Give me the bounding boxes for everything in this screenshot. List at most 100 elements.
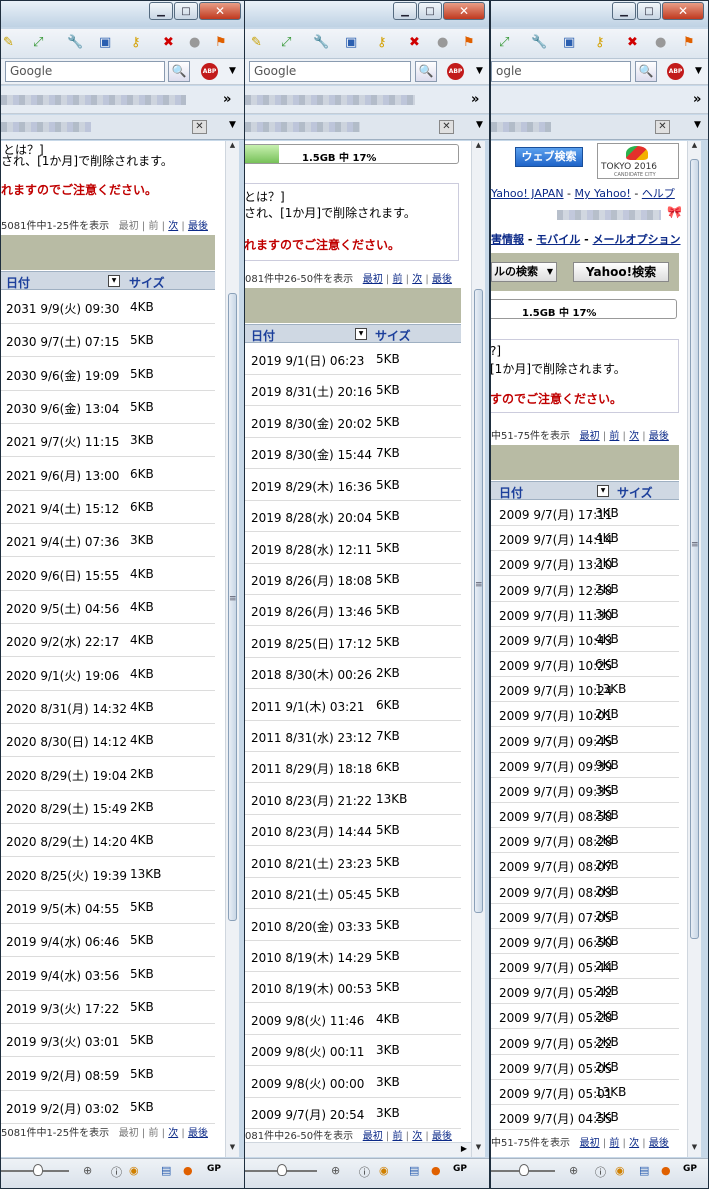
gesture-icon[interactable]: ◉ bbox=[129, 1164, 139, 1177]
pager-first-link[interactable]: 最初 bbox=[363, 274, 383, 285]
table-row[interactable]: 2009 9/7(月) 14:14 4KB bbox=[491, 526, 679, 551]
close-button[interactable]: ✕ bbox=[662, 2, 704, 20]
table-row[interactable]: 2009 9/7(月) 10:24 13KB bbox=[491, 677, 679, 702]
pencil-icon[interactable]: ✎ bbox=[3, 35, 14, 50]
tab-close-button[interactable]: ✕ bbox=[192, 120, 207, 134]
mail-option-link[interactable]: メールオプション bbox=[593, 233, 681, 246]
adblock-icon[interactable]: ABP bbox=[667, 63, 684, 80]
pager-prev-link[interactable]: 前 bbox=[609, 431, 619, 442]
scroll-down-arrow-icon[interactable]: ▼ bbox=[226, 1143, 239, 1157]
zoom-slider-handle[interactable] bbox=[33, 1164, 43, 1176]
table-row[interactable]: 2020 8/29(土) 15:49 2KB bbox=[1, 791, 215, 824]
circle-icon[interactable]: ● bbox=[655, 35, 666, 50]
table-row[interactable]: 2031 9/9(火) 09:30 4KB bbox=[1, 291, 215, 324]
bookmarks-overflow-button[interactable]: » bbox=[223, 92, 231, 107]
table-row[interactable]: 2009 9/7(月) 12:58 2KB bbox=[491, 577, 679, 602]
col-date-header[interactable]: 日付 bbox=[251, 327, 275, 344]
bookmarks-overflow-button[interactable]: » bbox=[693, 92, 701, 107]
wrench-icon[interactable]: 🔧 bbox=[531, 35, 547, 50]
pager-first-link[interactable]: 最初 bbox=[580, 431, 600, 442]
table-row[interactable]: 2020 8/29(土) 14:20 4KB bbox=[1, 824, 215, 857]
page-icon[interactable]: ▣ bbox=[99, 35, 111, 50]
table-row[interactable]: 2009 9/7(月) 09:45 2KB bbox=[491, 728, 679, 753]
pager-last-link[interactable]: 最後 bbox=[649, 1138, 669, 1149]
wrench-icon[interactable]: 🔧 bbox=[67, 35, 83, 50]
table-row[interactable]: 2010 8/23(月) 14:44 5KB bbox=[245, 815, 461, 846]
windows-flag-icon[interactable]: ⚑ bbox=[683, 35, 695, 50]
search-button[interactable]: 🔍 bbox=[635, 61, 657, 82]
scroll-right-arrow-icon[interactable]: ▶ bbox=[461, 1144, 467, 1153]
scroll-up-arrow-icon[interactable]: ▲ bbox=[226, 141, 239, 155]
window-list-icon[interactable]: ▤ bbox=[639, 1164, 649, 1177]
pencil-icon[interactable]: ✎ bbox=[251, 35, 262, 50]
bookmarks-overflow-button[interactable]: » bbox=[471, 92, 479, 107]
bookmark-items-blurred[interactable] bbox=[245, 95, 415, 105]
table-row[interactable]: 2009 9/7(月) 07:05 2KB bbox=[491, 904, 679, 929]
table-row[interactable]: 2019 8/28(水) 20:04 5KB bbox=[245, 501, 461, 532]
firefox-icon[interactable]: ● bbox=[183, 1164, 193, 1177]
adblock-icon[interactable]: ABP bbox=[447, 63, 464, 80]
table-row[interactable]: 2011 8/29(月) 18:18 6KB bbox=[245, 752, 461, 783]
table-row[interactable]: 2009 9/7(月) 13:10 2KB bbox=[491, 551, 679, 576]
tab-title-blurred[interactable] bbox=[245, 122, 360, 132]
table-row[interactable]: 2019 8/31(土) 20:16 5KB bbox=[245, 375, 461, 406]
tab-list-arrow-icon[interactable]: ▼ bbox=[476, 120, 483, 130]
vertical-scrollbar[interactable]: ▲ ≡ ▼ bbox=[471, 141, 485, 1157]
windows-flag-icon[interactable]: ⚑ bbox=[463, 35, 475, 50]
pager-next-link[interactable]: 次 bbox=[412, 274, 422, 285]
pager-prev-link[interactable]: 前 bbox=[609, 1138, 619, 1149]
pager-next-link[interactable]: 次 bbox=[629, 1138, 639, 1149]
table-row[interactable]: 2010 8/21(土) 05:45 5KB bbox=[245, 878, 461, 909]
wrench-icon[interactable]: 🔧 bbox=[313, 35, 329, 50]
table-row[interactable]: 2019 9/4(水) 03:56 5KB bbox=[1, 958, 215, 991]
close-button[interactable]: ✕ bbox=[199, 2, 241, 20]
pager-next-link[interactable]: 次 bbox=[629, 431, 639, 442]
table-row[interactable]: 2009 9/8(火) 00:11 3KB bbox=[245, 1035, 461, 1066]
close-button[interactable]: ✕ bbox=[443, 2, 485, 20]
gp-icon[interactable]: GP bbox=[207, 1164, 221, 1174]
table-row[interactable]: 2019 9/4(水) 06:46 5KB bbox=[1, 924, 215, 957]
table-row[interactable]: 2009 9/7(月) 08:58 2KB bbox=[491, 803, 679, 828]
stop-icon[interactable]: ✖ bbox=[627, 35, 638, 50]
horizontal-scrollbar[interactable]: ▶ bbox=[245, 1142, 471, 1157]
resize-icon[interactable]: ⤢ bbox=[499, 35, 509, 50]
table-row[interactable]: 2021 9/4(土) 07:36 3KB bbox=[1, 524, 215, 557]
my-yahoo-link[interactable]: My Yahoo! bbox=[575, 187, 631, 200]
table-row[interactable]: 2019 9/3(火) 17:22 5KB bbox=[1, 991, 215, 1024]
yahoo-search-button[interactable]: Yahoo!検索 bbox=[573, 262, 669, 282]
dropdown-arrow-icon[interactable]: ▼ bbox=[695, 66, 702, 76]
scroll-up-arrow-icon[interactable]: ▲ bbox=[472, 141, 485, 155]
table-row[interactable]: 2030 9/6(金) 13:04 5KB bbox=[1, 391, 215, 424]
scrollbar-thumb[interactable]: ≡ bbox=[474, 289, 483, 913]
vertical-scrollbar[interactable]: ▲ ≡ ▼ bbox=[687, 141, 701, 1157]
tab-title-blurred[interactable] bbox=[491, 122, 551, 132]
table-row[interactable]: 2019 8/30(金) 20:02 5KB bbox=[245, 407, 461, 438]
table-row[interactable]: 2021 9/6(月) 13:00 6KB bbox=[1, 458, 215, 491]
dropdown-arrow-icon[interactable]: ▼ bbox=[229, 66, 236, 76]
pager-next-link[interactable]: 次 bbox=[412, 1131, 422, 1142]
pager-last-link[interactable]: 最後 bbox=[649, 431, 669, 442]
mail-search-dropdown[interactable]: ルの検索 ▼ bbox=[491, 262, 557, 282]
scroll-down-arrow-icon[interactable]: ▼ bbox=[688, 1143, 701, 1157]
table-row[interactable]: 2009 9/7(月) 10:01 2KB bbox=[491, 702, 679, 727]
table-row[interactable]: 2018 8/30(木) 00:26 2KB bbox=[245, 658, 461, 689]
mobile-link[interactable]: モバイル bbox=[536, 233, 580, 246]
table-row[interactable]: 2009 9/7(月) 11:30 3KB bbox=[491, 602, 679, 627]
search-button[interactable]: 🔍 bbox=[168, 61, 190, 82]
tab-close-button[interactable]: ✕ bbox=[655, 120, 670, 134]
table-row[interactable]: 2010 8/23(月) 21:22 13KB bbox=[245, 784, 461, 815]
search-input[interactable]: Google bbox=[5, 61, 165, 82]
pager-last-link[interactable]: 最後 bbox=[432, 274, 452, 285]
table-row[interactable]: 2009 9/7(月) 09:39 9KB bbox=[491, 753, 679, 778]
zoom-slider-handle[interactable] bbox=[277, 1164, 287, 1176]
table-row[interactable]: 2019 8/30(金) 15:44 7KB bbox=[245, 438, 461, 469]
table-row[interactable]: 2010 8/21(土) 23:23 5KB bbox=[245, 847, 461, 878]
firefox-icon[interactable]: ● bbox=[661, 1164, 671, 1177]
maximize-button[interactable]: □ bbox=[418, 2, 442, 20]
table-row[interactable]: 2020 9/5(土) 04:56 4KB bbox=[1, 591, 215, 624]
scroll-down-arrow-icon[interactable]: ▼ bbox=[472, 1143, 485, 1157]
maximize-button[interactable]: □ bbox=[637, 2, 661, 20]
zoom-up-icon[interactable]: ⊕ bbox=[569, 1164, 578, 1177]
table-row[interactable]: 2009 9/7(月) 05:44 2KB bbox=[491, 954, 679, 979]
table-row[interactable]: 2010 8/20(金) 03:33 5KB bbox=[245, 910, 461, 941]
